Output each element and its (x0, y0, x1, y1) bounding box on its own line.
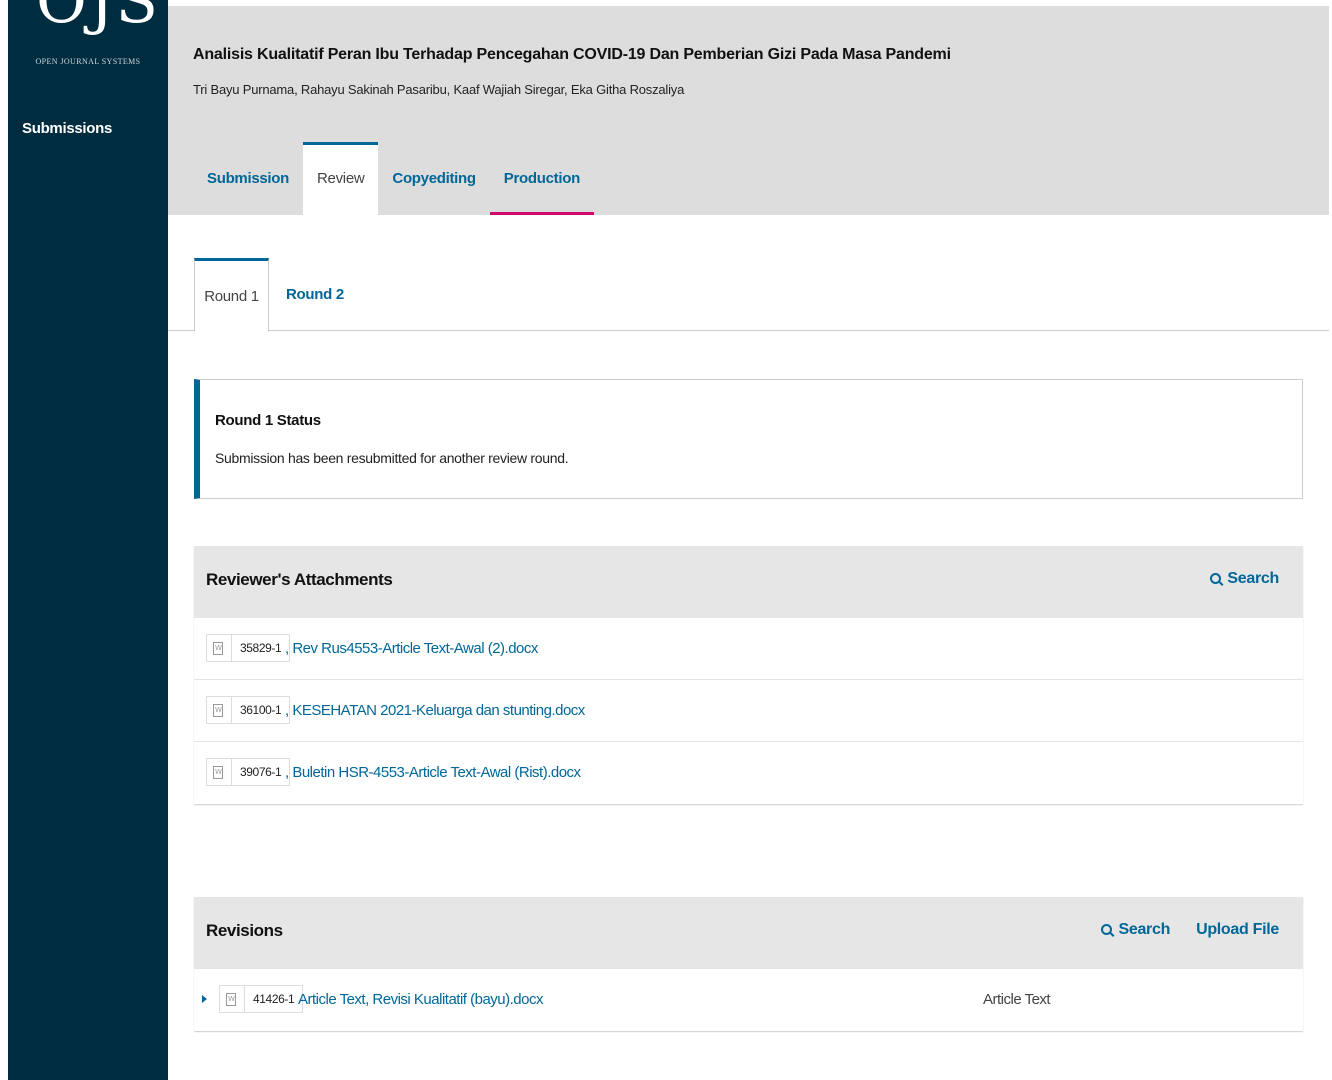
file-badge: 41426-1 (219, 985, 304, 1013)
sidebar-item-submissions[interactable]: Submissions (22, 120, 112, 137)
panel-header: Reviewer's Attachments Search (194, 546, 1303, 618)
panel-actions: Search (1210, 570, 1279, 588)
file-badge: 39076-1 (206, 758, 291, 786)
file-link[interactable]: Article Text, Revisi Kualitatif (bayu).d… (298, 991, 544, 1008)
word-document-icon (226, 992, 236, 1006)
revisions-panel: Revisions Search Upload File 41426-1 Art… (194, 897, 1303, 1031)
file-row: 41426-1 Article Text, Revisi Kualitatif … (194, 969, 1303, 1031)
search-label: Search (1118, 921, 1171, 938)
tab-review[interactable]: Review (303, 142, 379, 215)
tab-submission[interactable]: Submission (193, 142, 303, 215)
workflow-tabs: Submission Review Copyediting Production (193, 142, 594, 215)
file-badge: 36100-1 (206, 696, 291, 724)
reviewer-attachments-panel: Reviewer's Attachments Search 35829-1 , … (194, 546, 1303, 804)
file-row: 39076-1 , Buletin HSR-4553-Article Text-… (194, 742, 1303, 804)
panel-actions: Search Upload File (1101, 921, 1279, 939)
page-title: Analisis Kualitatif Peran Ibu Terhadap P… (193, 46, 951, 63)
revisions-search-button[interactable]: Search (1101, 921, 1170, 939)
round-status-title: Round 1 Status (215, 412, 321, 429)
ojs-logo[interactable]: OJS OPEN JOURNAL SYSTEMS (8, 0, 168, 80)
attachments-search-button[interactable]: Search (1210, 570, 1279, 588)
panel-header: Revisions Search Upload File (194, 897, 1303, 969)
tab-production[interactable]: Production (489, 142, 594, 215)
file-id: 35829-1 (231, 634, 289, 662)
file-id: 41426-1 (244, 985, 302, 1013)
panel-title: Revisions (206, 921, 283, 940)
search-icon (1101, 923, 1113, 935)
window-edge (0, 0, 8, 1080)
file-id: 36100-1 (231, 696, 289, 724)
submission-header: Analisis Kualitatif Peran Ibu Terhadap P… (168, 6, 1329, 215)
expand-caret-icon[interactable] (202, 995, 207, 1003)
word-document-icon (213, 641, 223, 655)
file-id: 39076-1 (231, 758, 289, 786)
file-row: 35829-1 , Rev Rus4553-Article Text-Awal … (194, 618, 1303, 680)
tab-round-2[interactable]: Round 2 (286, 258, 344, 331)
file-link[interactable]: , Buletin HSR-4553-Article Text-Awal (Ri… (285, 764, 581, 781)
search-label: Search (1227, 570, 1279, 587)
word-document-icon (213, 765, 223, 779)
upload-file-button[interactable]: Upload File (1196, 921, 1279, 939)
panel-title: Reviewer's Attachments (206, 570, 393, 589)
round-status-text: Submission has been resubmitted for anot… (215, 450, 569, 466)
search-icon (1210, 572, 1222, 584)
review-round-tabs: Round 1 Round 2 (168, 258, 1329, 332)
sidebar: OJS OPEN JOURNAL SYSTEMS Submissions (8, 0, 168, 1080)
author-list: Tri Bayu Purnama, Rahayu Sakinah Pasarib… (193, 82, 685, 97)
logo-subtitle: OPEN JOURNAL SYSTEMS (35, 57, 141, 66)
logo-mark: OJS (36, 0, 161, 37)
word-document-icon (213, 703, 223, 717)
tab-round-1[interactable]: Round 1 (194, 258, 269, 332)
file-type-label: Article Text (983, 991, 1051, 1008)
file-link[interactable]: , KESEHATAN 2021-Keluarga dan stunting.d… (285, 702, 585, 719)
tab-copyediting[interactable]: Copyediting (378, 142, 489, 215)
round-status-notice: Round 1 Status Submission has been resub… (194, 379, 1303, 499)
file-badge: 35829-1 (206, 634, 291, 662)
file-link[interactable]: , Rev Rus4553-Article Text-Awal (2).docx (285, 640, 538, 657)
file-row: 36100-1 , KESEHATAN 2021-Keluarga dan st… (194, 680, 1303, 742)
